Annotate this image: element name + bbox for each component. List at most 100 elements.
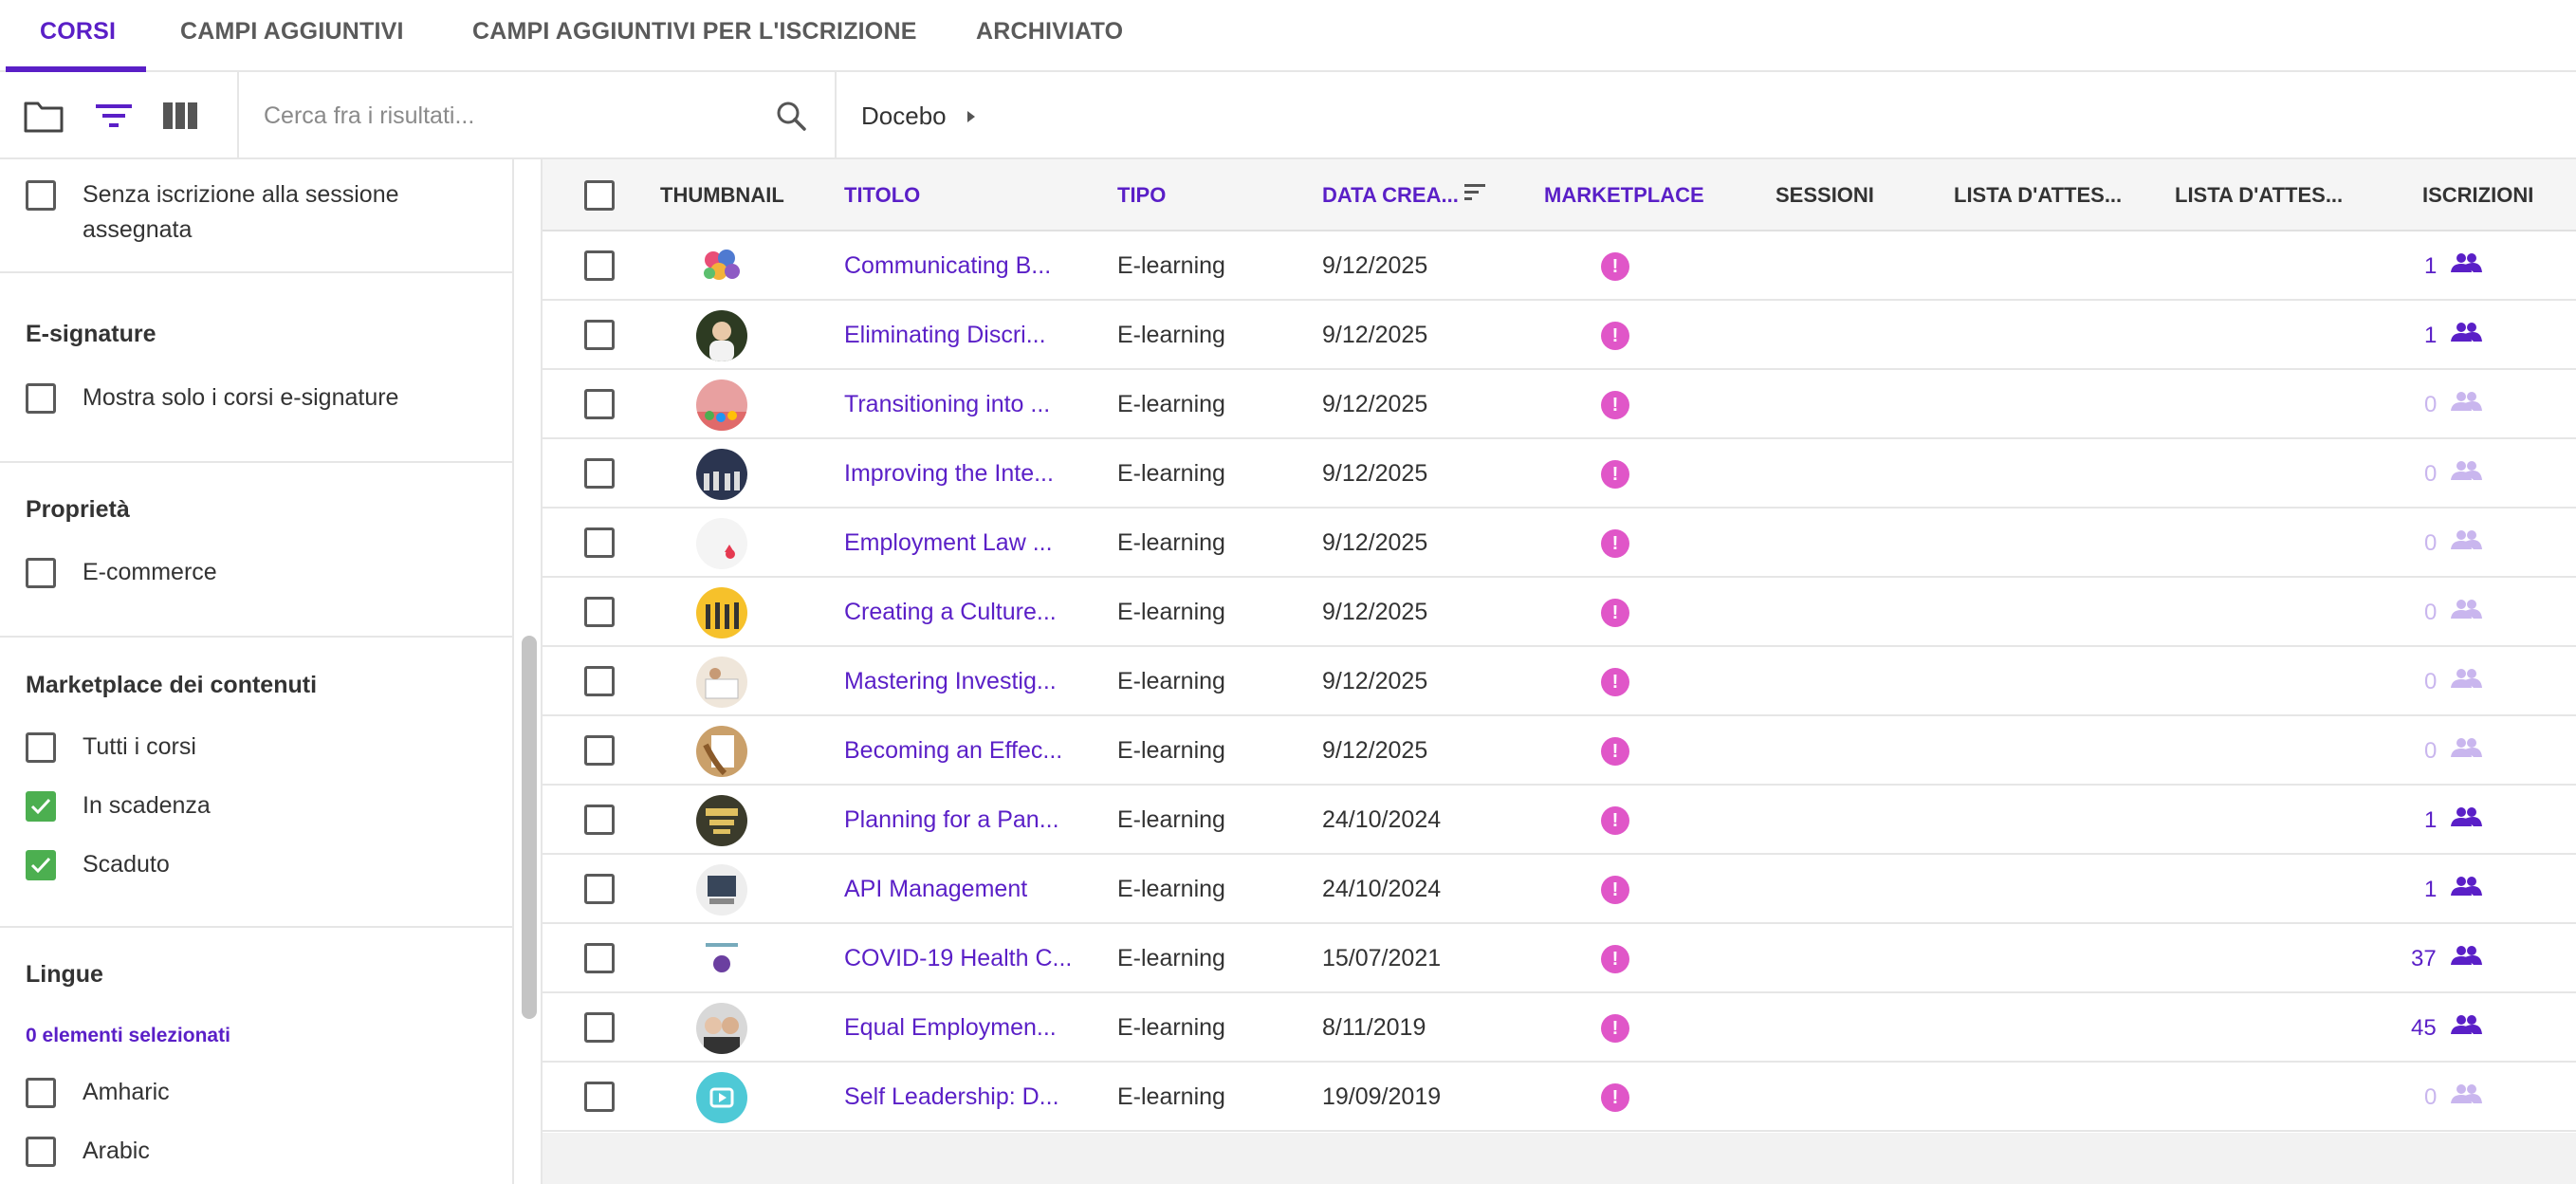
- course-thumbnail: [696, 1003, 747, 1054]
- columns-icon[interactable]: [156, 91, 205, 140]
- row-checkbox[interactable]: [584, 389, 615, 419]
- breadcrumb[interactable]: Docebo: [861, 72, 977, 159]
- row-checkbox[interactable]: [584, 943, 615, 973]
- table-row[interactable]: Transitioning into ... E-learning 9/12/202…: [543, 370, 2576, 439]
- enrollments-link[interactable]: 0: [2424, 509, 2483, 578]
- row-checkbox[interactable]: [584, 805, 615, 835]
- course-title-link[interactable]: Employment Law ...: [844, 509, 1053, 578]
- properties-title: Proprietà: [26, 496, 130, 523]
- enrollments-link[interactable]: 1: [2424, 301, 2483, 370]
- row-checkbox[interactable]: [584, 458, 615, 489]
- row-checkbox[interactable]: [584, 874, 615, 904]
- enrollments-count: 1: [2424, 806, 2438, 833]
- enrollments-link[interactable]: 0: [2424, 716, 2483, 786]
- checkbox[interactable]: [26, 1078, 56, 1108]
- row-checkbox[interactable]: [584, 250, 615, 281]
- table-row[interactable]: Mastering Investig... E-learning 9/12/2025…: [543, 647, 2576, 716]
- filter-expiring-checkbox[interactable]: In scadenza: [26, 791, 211, 823]
- course-title-link[interactable]: Becoming an Effec...: [844, 716, 1062, 786]
- course-title-link[interactable]: Communicating B...: [844, 231, 1051, 301]
- filter-esignature-checkbox[interactable]: Mostra solo i corsi e-signature: [26, 383, 398, 416]
- enrollments-link[interactable]: 1: [2424, 855, 2483, 924]
- course-title-link[interactable]: API Management: [844, 855, 1027, 924]
- course-title-link[interactable]: Equal Employmen...: [844, 993, 1057, 1063]
- enrollments-count: 1: [2424, 322, 2438, 348]
- table-row[interactable]: COVID-19 Health C... E-learning 15/07/2021…: [543, 924, 2576, 993]
- filter-session-checkbox[interactable]: Senza iscrizione alla sessione assegnata: [26, 180, 462, 248]
- tab-archiviato[interactable]: ARCHIVIATO: [976, 0, 1123, 72]
- course-title-link[interactable]: Eliminating Discri...: [844, 301, 1046, 370]
- enrollments-link[interactable]: 0: [2424, 439, 2483, 509]
- table-row[interactable]: Communicating B... E-learning 9/12/2025! 1: [543, 231, 2576, 301]
- marketplace-alert-icon: !: [1601, 1014, 1629, 1043]
- filter-ecommerce-checkbox[interactable]: E-commerce: [26, 558, 217, 590]
- breadcrumb-item: Docebo: [861, 101, 947, 130]
- filter-all-courses-checkbox[interactable]: Tutti i corsi: [26, 732, 196, 765]
- row-checkbox[interactable]: [584, 1012, 615, 1043]
- search-input[interactable]: [264, 93, 757, 139]
- table-row[interactable]: Eliminating Discri... E-learning 9/12/2025…: [543, 301, 2576, 370]
- row-checkbox[interactable]: [584, 735, 615, 766]
- row-checkbox[interactable]: [584, 597, 615, 627]
- checkbox[interactable]: [26, 383, 56, 414]
- checkbox[interactable]: [26, 1137, 56, 1167]
- table-row[interactable]: Planning for a Pan... E-learning 24/10/202…: [543, 786, 2576, 855]
- sidebar-scrollbar[interactable]: [522, 636, 537, 1019]
- filter-icon[interactable]: [89, 91, 138, 140]
- checkbox[interactable]: [26, 558, 56, 588]
- tab-campi-aggiuntivi-iscrizione[interactable]: CAMPI AGGIUNTIVI PER L'ISCRIZIONE: [472, 0, 917, 72]
- filter-lang-arabic-checkbox[interactable]: Arabic: [26, 1137, 150, 1169]
- table-row[interactable]: Self Leadership: D... E-learning 19/09/201…: [543, 1063, 2576, 1132]
- column-header-title[interactable]: TITOLO: [844, 159, 920, 231]
- filter-all-courses-label: Tutti i corsi: [83, 733, 196, 760]
- checkbox-checked[interactable]: [26, 850, 56, 880]
- table-row[interactable]: API Management E-learning 24/10/2024! 1: [543, 855, 2576, 924]
- row-checkbox[interactable]: [584, 666, 615, 696]
- course-title-link[interactable]: Planning for a Pan...: [844, 786, 1059, 855]
- checkbox-checked[interactable]: [26, 791, 56, 822]
- course-title-link[interactable]: Creating a Culture...: [844, 578, 1057, 647]
- enrollments-link[interactable]: 0: [2424, 647, 2483, 716]
- table-row[interactable]: Becoming an Effec... E-learning 9/12/2025!…: [543, 716, 2576, 786]
- enrollments-link[interactable]: 45: [2411, 993, 2482, 1063]
- row-checkbox[interactable]: [584, 1082, 615, 1112]
- course-title-link[interactable]: Mastering Investig...: [844, 647, 1057, 716]
- table-row[interactable]: Employment Law ... E-learning 9/12/2025! 0: [543, 509, 2576, 578]
- table-row[interactable]: Equal Employmen... E-learning 8/11/2019! 45: [543, 993, 2576, 1063]
- enrollments-link[interactable]: 0: [2424, 578, 2483, 647]
- column-header-marketplace[interactable]: MARKETPLACE: [1544, 159, 1704, 231]
- row-checkbox[interactable]: [584, 320, 615, 350]
- course-type: E-learning: [1117, 1014, 1225, 1041]
- enrollments-count: 1: [2424, 252, 2438, 279]
- course-title-link[interactable]: Improving the Inte...: [844, 439, 1054, 509]
- filter-lang-amharic-checkbox[interactable]: Amharic: [26, 1078, 170, 1110]
- enrollments-link[interactable]: 0: [2424, 370, 2483, 439]
- users-icon: [2450, 529, 2483, 557]
- esignature-title: E-signature: [26, 321, 156, 347]
- course-thumbnail: [696, 449, 747, 500]
- column-header-type[interactable]: TIPO: [1117, 159, 1166, 231]
- table-row[interactable]: Improving the Inte... E-learning 9/12/2025…: [543, 439, 2576, 509]
- sort-icon[interactable]: [1464, 182, 1487, 208]
- table-row[interactable]: Creating a Culture... E-learning 9/12/2025…: [543, 578, 2576, 647]
- folder-icon[interactable]: [19, 91, 68, 140]
- column-header-created[interactable]: DATA CREA...: [1322, 159, 1459, 231]
- checkbox[interactable]: [26, 732, 56, 763]
- course-title-link[interactable]: COVID-19 Health C...: [844, 924, 1072, 993]
- filter-expired-checkbox[interactable]: Scaduto: [26, 850, 170, 882]
- tab-campi-aggiuntivi[interactable]: CAMPI AGGIUNTIVI: [180, 0, 404, 72]
- row-checkbox[interactable]: [584, 527, 615, 558]
- enrollments-link[interactable]: 0: [2424, 1063, 2483, 1132]
- languages-selected-count[interactable]: 0 elementi selezionati: [26, 1025, 230, 1047]
- search-icon[interactable]: [766, 91, 816, 140]
- tab-corsi[interactable]: CORSI: [40, 0, 116, 72]
- enrollments-count: 37: [2411, 945, 2437, 971]
- enrollments-link[interactable]: 1: [2424, 231, 2483, 301]
- enrollments-link[interactable]: 37: [2411, 924, 2482, 993]
- course-title-link[interactable]: Self Leadership: D...: [844, 1063, 1059, 1132]
- checkbox[interactable]: [26, 180, 56, 211]
- enrollments-link[interactable]: 1: [2424, 786, 2483, 855]
- select-all-checkbox[interactable]: [584, 180, 615, 211]
- course-title-link[interactable]: Transitioning into ...: [844, 370, 1050, 439]
- course-created-date: 9/12/2025: [1322, 391, 1428, 417]
